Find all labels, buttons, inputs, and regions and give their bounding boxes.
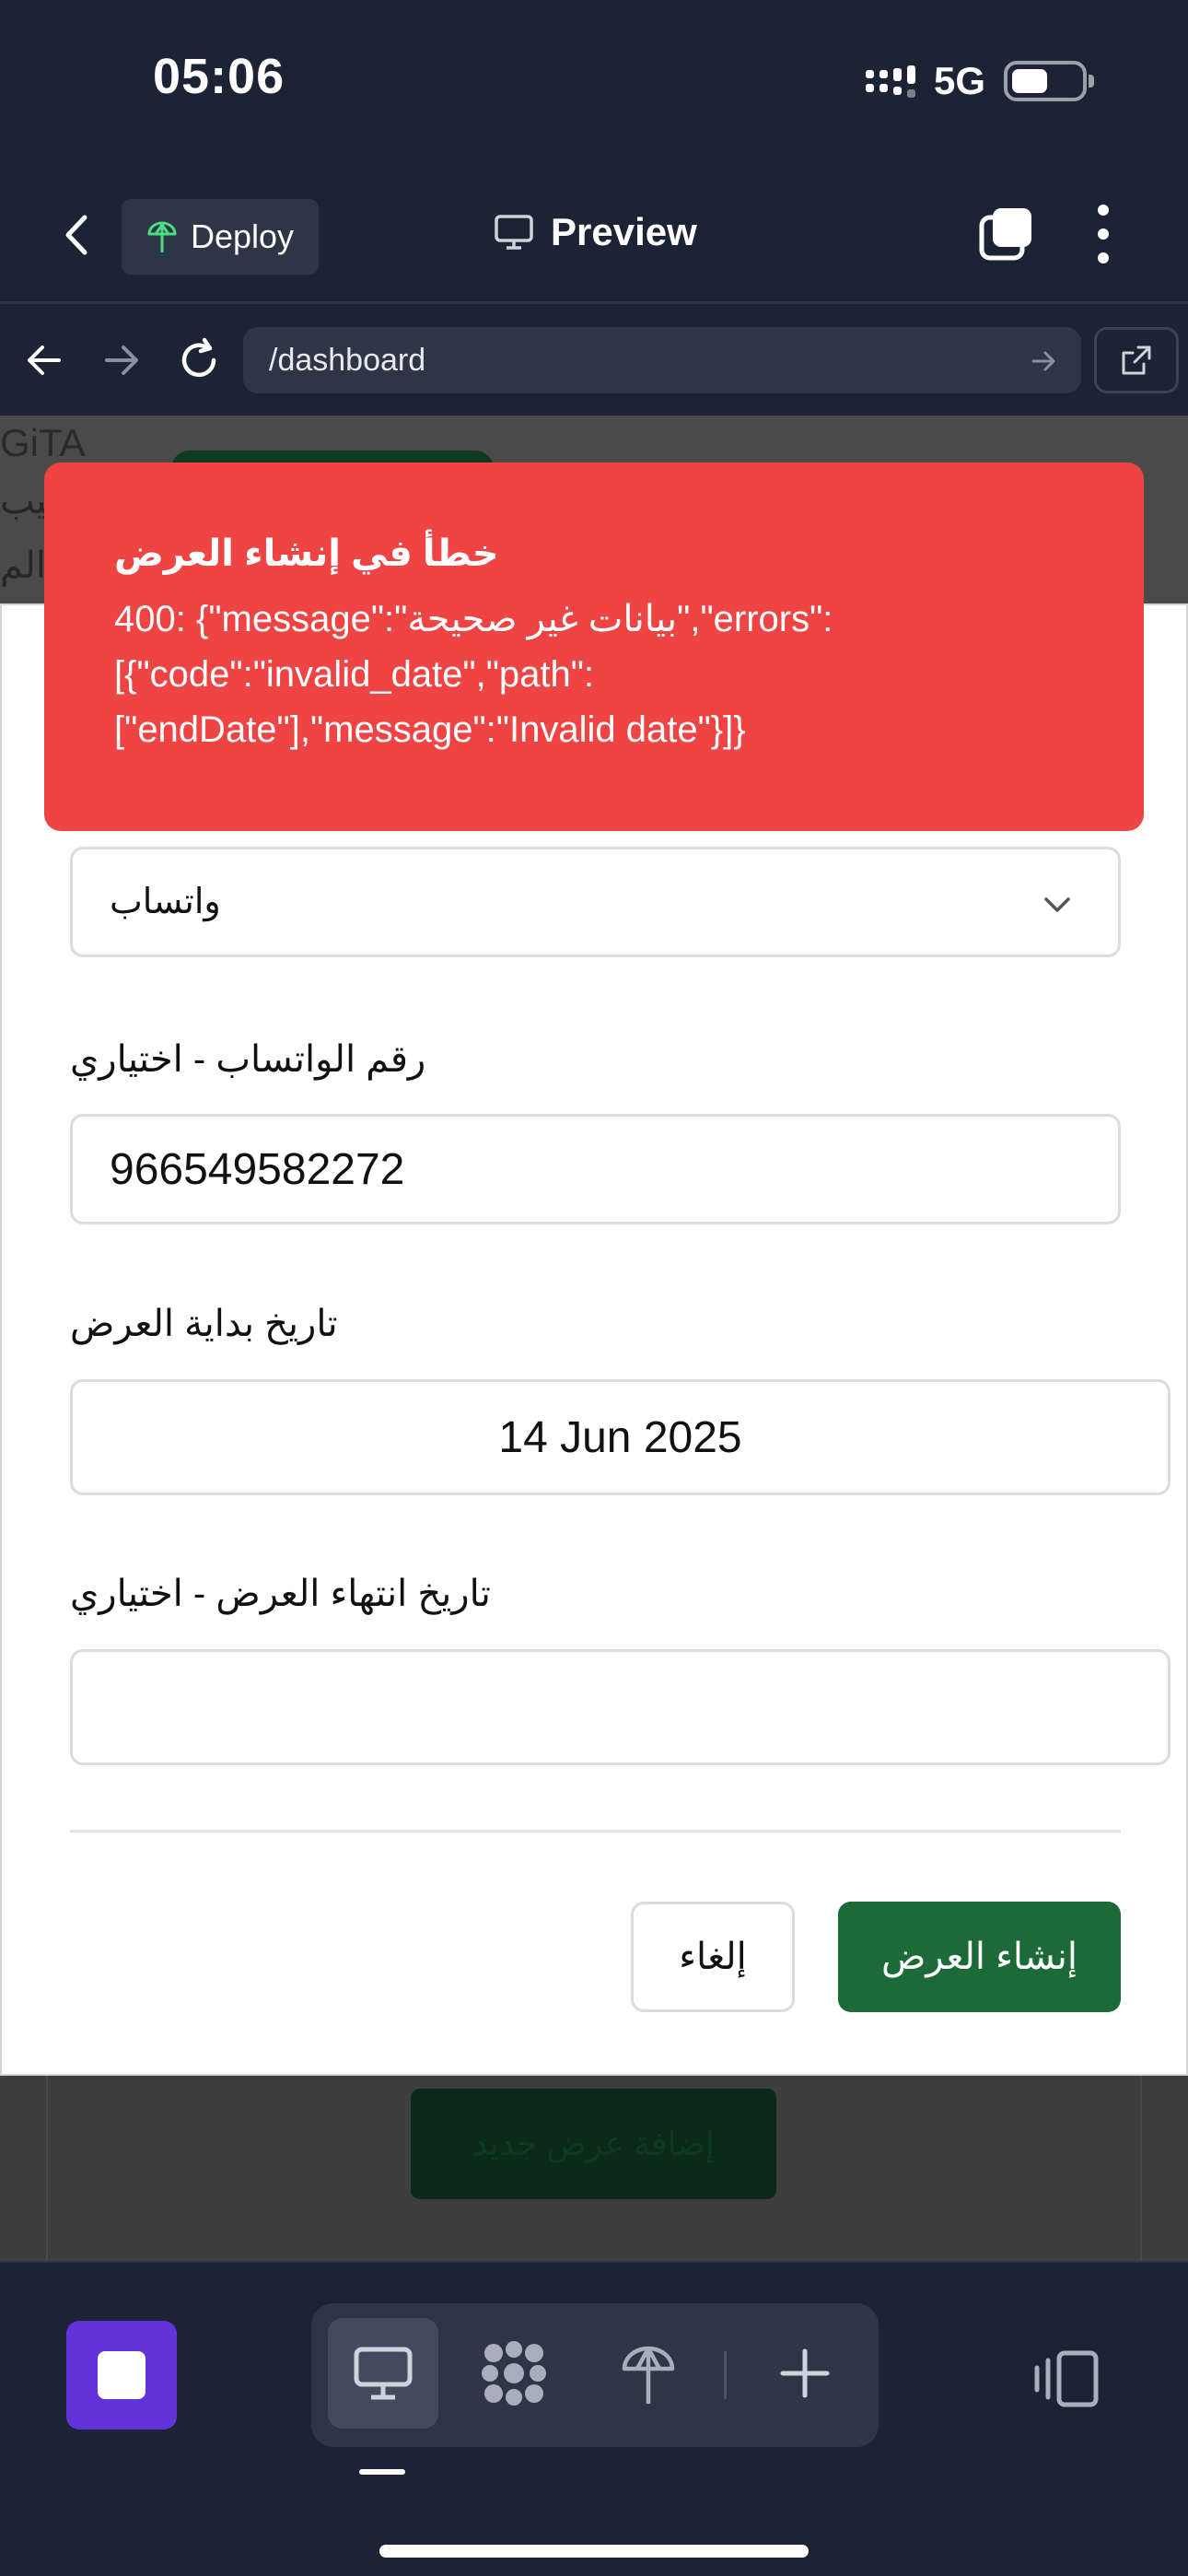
status-indicators: 5G: [865, 59, 1094, 103]
devices-icon[interactable]: [1031, 2349, 1101, 2408]
bottom-dock-bar: [0, 2261, 1188, 2576]
refresh-icon[interactable]: [173, 334, 225, 386]
status-bar: 05:06 5G: [0, 0, 1188, 166]
contact-method-select[interactable]: واتساب: [70, 847, 1121, 957]
background-text: الم: [0, 545, 46, 586]
whatsapp-number-input[interactable]: 966549582272: [70, 1114, 1121, 1224]
dock-active-indicator: [359, 2469, 405, 2475]
monitor-icon: [495, 215, 533, 250]
go-arrow-icon[interactable]: [1030, 347, 1057, 375]
arrow-left-icon[interactable]: [18, 334, 70, 386]
stop-button[interactable]: [66, 2321, 177, 2430]
status-time: 05:06: [153, 49, 285, 104]
deploy-button[interactable]: Deploy: [122, 199, 319, 275]
top-app-bar: Deploy Preview: [0, 184, 1188, 304]
home-indicator: [379, 2545, 809, 2558]
toast-title: خطأ في إنشاء العرض: [114, 533, 499, 574]
more-menu-button[interactable]: [1092, 205, 1114, 263]
error-toast[interactable]: خطأ في إنشاء العرض 400: {"message":"بيان…: [44, 463, 1144, 831]
chevron-left-icon: [65, 215, 87, 255]
signal-icon: [865, 64, 915, 98]
end-date-label: تاريخ انتهاء العرض - اختياري: [70, 1574, 491, 1614]
arrow-right-icon[interactable]: [96, 334, 147, 386]
dock-preview-button[interactable]: [328, 2318, 438, 2429]
start-date-value: 14 Jun 2025: [498, 1412, 742, 1462]
start-date-input[interactable]: 14 Jun 2025: [70, 1379, 1171, 1495]
tabs-icon: [979, 208, 1031, 261]
cancel-button[interactable]: إلغاء: [631, 1902, 795, 2012]
chevron-down-icon: [1044, 897, 1070, 912]
battery-icon: [1004, 61, 1094, 101]
create-offer-button[interactable]: إنشاء العرض: [838, 1902, 1121, 2012]
network-type: 5G: [933, 59, 985, 102]
background-brand: GiTA: [0, 421, 86, 464]
toast-message: 400: {"message":"بيانات غير صحيحة","erro…: [114, 599, 833, 750]
deploy-icon: [622, 2346, 675, 2404]
url-text: /dashboard: [269, 342, 426, 378]
more-dot-icon: [1098, 205, 1109, 216]
monitor-icon: [354, 2347, 413, 2400]
url-input[interactable]: /dashboard: [243, 327, 1081, 393]
preview-label: Preview: [551, 210, 697, 253]
deploy-icon: [147, 221, 177, 252]
grid-icon: [482, 2341, 546, 2406]
dock: [311, 2303, 879, 2447]
preview-title[interactable]: Preview: [494, 210, 697, 254]
browser-toolbar: /dashboard: [0, 307, 1188, 416]
back-button[interactable]: [55, 212, 101, 258]
dock-add-button[interactable]: [750, 2318, 860, 2429]
start-date-label: تاريخ بداية العرض: [70, 1304, 338, 1344]
plus-icon: [780, 2348, 830, 2398]
dock-deploy-button[interactable]: [593, 2318, 704, 2429]
whatsapp-number-value: 966549582272: [110, 1144, 405, 1194]
open-external-button[interactable]: [1094, 327, 1179, 393]
deploy-label: Deploy: [190, 217, 295, 255]
stop-icon: [98, 2351, 146, 2399]
dock-separator: [724, 2351, 727, 2399]
whatsapp-label: رقم الواتساب - اختياري: [70, 1039, 426, 1080]
form-divider: [70, 1830, 1121, 1832]
dock-workspace-button[interactable]: [459, 2318, 569, 2429]
contact-method-value: واتساب: [110, 883, 221, 921]
tabs-button[interactable]: [978, 206, 1033, 262]
end-date-input[interactable]: [70, 1649, 1171, 1765]
add-offer-button: إضافة عرض جديد: [411, 2089, 776, 2199]
external-link-icon: [1122, 345, 1151, 375]
